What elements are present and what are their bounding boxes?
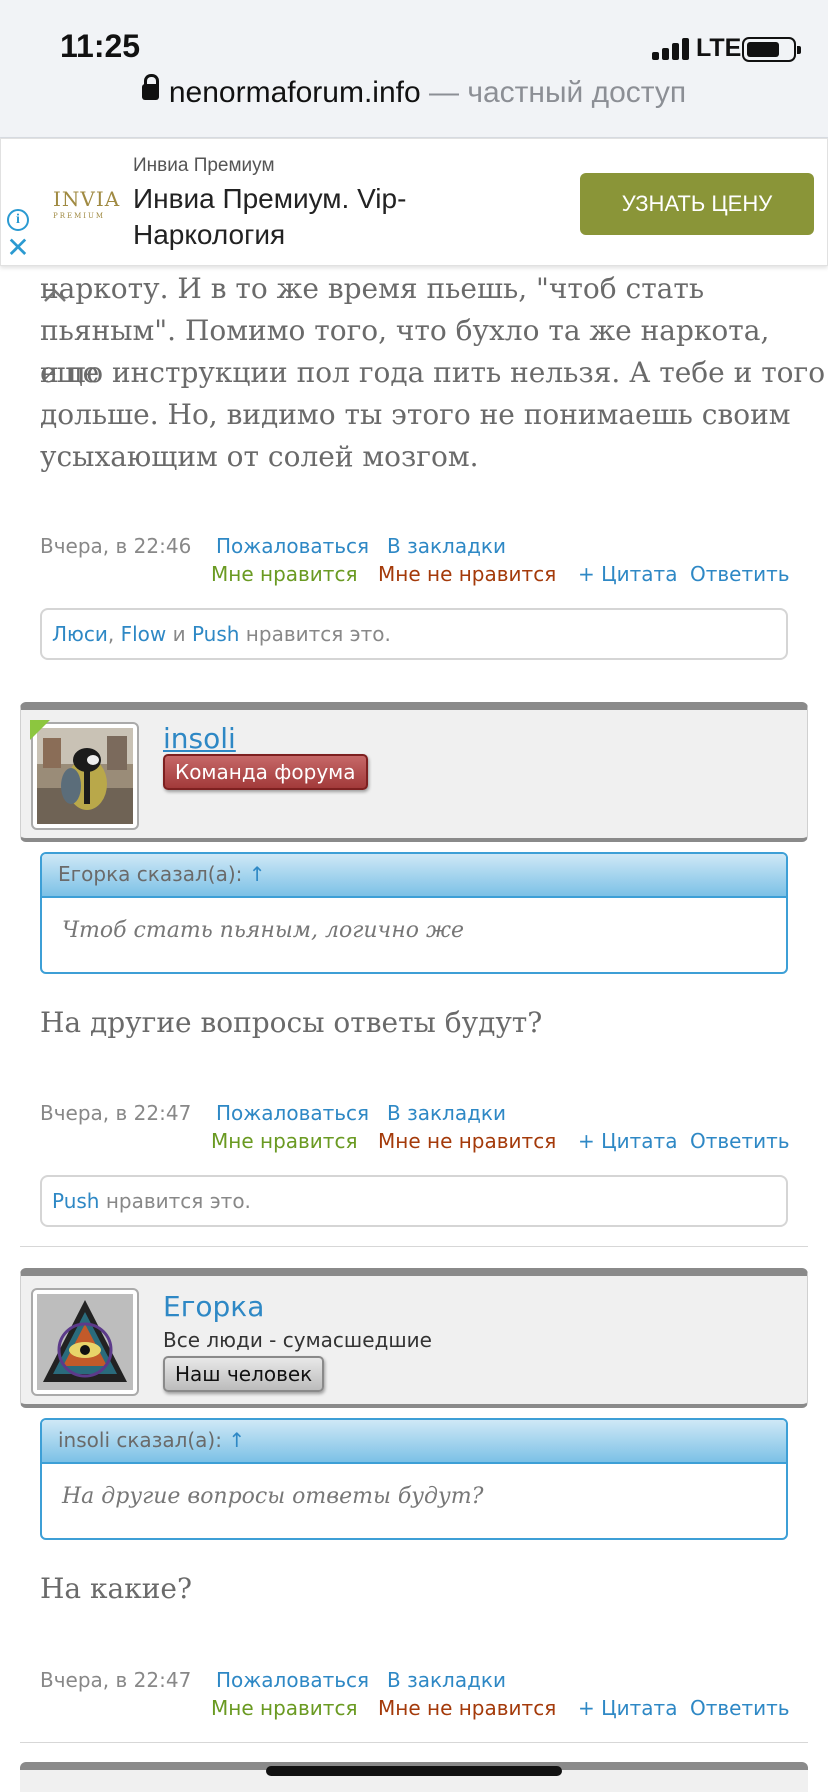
liker-link[interactable]: Люси [52,622,108,646]
quote-author: Егорка сказал(а): [58,862,243,886]
post-divider [20,1742,808,1743]
url-separator: — [420,76,468,109]
quote-link[interactable]: + Цитата [578,1696,677,1720]
post-divider [20,1246,808,1247]
post-text-line: дольше. Но, видимо ты этого не понимаешь… [40,398,791,431]
user-title: Все люди - сумасшедшие [163,1328,432,1352]
dislike-link[interactable]: Мне не нравится [378,1696,556,1720]
signal-icon [652,38,692,60]
reply-link[interactable]: Ответить [690,1696,790,1720]
quote-author: insoli сказал(а): [58,1428,222,1452]
username-link[interactable]: insoli [163,722,236,755]
home-indicator[interactable] [266,1766,562,1776]
bookmark-link[interactable]: В закладки [387,1101,506,1125]
post-user-header: Егорка Все люди - сумасшедшие Наш челове… [20,1268,808,1408]
staff-corner-marker [30,720,50,740]
browser-header: 11:25 LTE nenormaforum.info — частный до… [0,0,828,138]
report-link[interactable]: Пожаловаться [216,534,369,558]
post-text-line: наркоту. И в то же время пьешь, "чтоб ст… [40,272,705,305]
url-host: nenormaforum.info [168,76,421,109]
post-date[interactable]: Вчера, в 22:47 [40,1668,191,1692]
lock-icon [141,74,159,101]
liker-link[interactable]: Push [52,1189,99,1213]
ad-banner[interactable]: INVIA PREMIUM Инвиа Премиум Инвиа Премиум… [0,138,828,266]
user-badge: Наш человек [163,1356,325,1392]
ad-title[interactable]: Инвиа Премиум. Vip-Наркология [133,181,493,253]
bookmark-link[interactable]: В закладки [387,534,506,558]
quote-jump-arrow-icon[interactable]: ↑ [228,1428,245,1452]
post-text-line: и по инструкции пол года пить нельзя. А … [40,356,826,389]
address-bar[interactable]: nenormaforum.info — частный доступ [0,74,828,110]
likes-summary: Push нравится это. [40,1175,788,1227]
ad-cta-button[interactable]: УЗНАТЬ ЦЕНУ [580,173,814,235]
report-link[interactable]: Пожаловаться [216,1668,369,1692]
eye-triangle-avatar-icon [37,1294,133,1390]
ad-logo: INVIA PREMIUM [53,187,121,220]
quote-block: Егорка сказал(а): ↑ Чтоб стать пьяным, л… [40,852,788,974]
quote-jump-arrow-icon[interactable]: ↑ [249,862,266,886]
reply-link[interactable]: Ответить [690,562,790,586]
ad-info-icon[interactable]: i [7,209,29,231]
quote-text: Чтоб стать пьяным, логично же [62,918,464,943]
reply-link[interactable]: Ответить [690,1129,790,1153]
post-date[interactable]: Вчера, в 22:46 [40,534,191,558]
dislike-link[interactable]: Мне не нравится [378,562,556,586]
liker-link[interactable]: Push [192,622,239,646]
bird-avatar-icon [37,728,133,824]
post-text-line: усыхающим от солей мозгом. [40,440,479,473]
quote-block: insoli сказал(а): ↑ На другие вопросы от… [40,1418,788,1540]
like-link[interactable]: Мне нравится [211,562,357,586]
ad-close-icon[interactable]: ✕ [5,234,31,262]
quote-link[interactable]: + Цитата [578,1129,677,1153]
chevron-up-icon[interactable] [42,283,68,309]
user-badge: Команда форума [163,754,368,790]
like-link[interactable]: Мне нравится [211,1696,357,1720]
quote-header: Егорка сказал(а): ↑ [42,854,786,898]
like-link[interactable]: Мне нравится [211,1129,357,1153]
post-user-header: insoli Команда форума [20,702,808,842]
network-label: LTE [696,34,742,62]
username-link[interactable]: Егорка [163,1290,264,1323]
battery-icon [742,37,801,62]
quote-link[interactable]: + Цитата [578,562,677,586]
url-access-label: частный доступ [467,76,687,109]
ad-source: Инвиа Премиум [133,155,275,176]
dislike-link[interactable]: Мне не нравится [378,1129,556,1153]
post-text: На какие? [40,1572,192,1605]
status-time: 11:25 [60,28,141,64]
report-link[interactable]: Пожаловаться [216,1101,369,1125]
avatar[interactable] [31,1288,139,1396]
bookmark-link[interactable]: В закладки [387,1668,506,1692]
post-date[interactable]: Вчера, в 22:47 [40,1101,191,1125]
liker-link[interactable]: Flow [121,622,167,646]
likes-summary: Люси, Flow и Push нравится это. [40,608,788,660]
post-text: На другие вопросы ответы будут? [40,1006,543,1039]
quote-text: На другие вопросы ответы будут? [62,1484,484,1509]
quote-header: insoli сказал(а): ↑ [42,1420,786,1464]
